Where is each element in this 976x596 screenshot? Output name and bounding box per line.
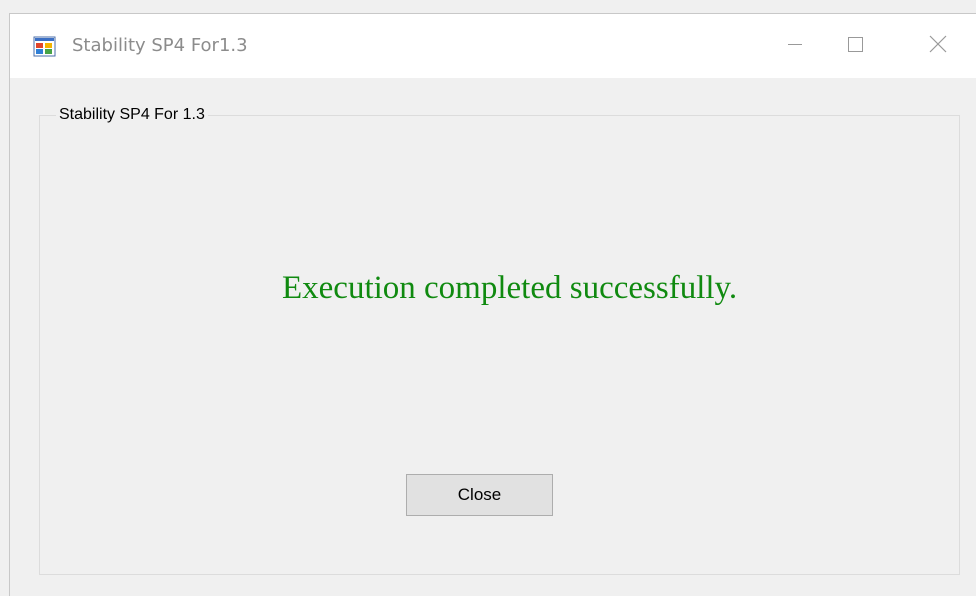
close-window-button[interactable] — [908, 14, 968, 78]
minimize-icon — [787, 36, 803, 57]
title-bar[interactable]: Stability SP4 For1.3 — [10, 14, 976, 78]
minimize-button[interactable] — [765, 14, 825, 78]
close-icon — [929, 35, 947, 58]
status-message: Execution completed successfully. — [282, 270, 738, 306]
maximize-icon — [847, 36, 863, 57]
group-box: Stability SP4 For 1.3 Execution complete… — [39, 104, 960, 575]
group-box-label: Stability SP4 For 1.3 — [56, 104, 208, 126]
close-button[interactable]: Close — [406, 474, 553, 516]
app-icon — [33, 35, 56, 58]
window-title: Stability SP4 For1.3 — [72, 35, 248, 56]
maximize-button[interactable] — [825, 14, 885, 78]
app-window: Stability SP4 For1.3 Stability SP4 For 1… — [9, 13, 976, 596]
